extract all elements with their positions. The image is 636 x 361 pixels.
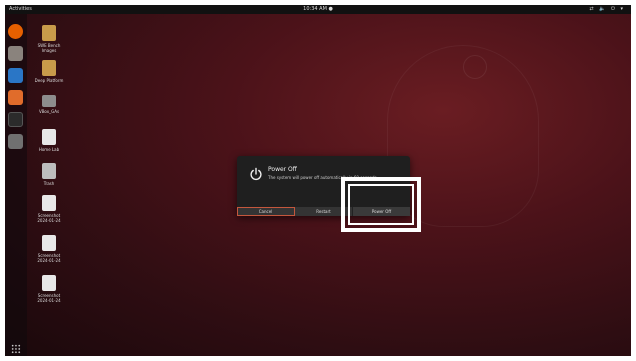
folder-icon: [42, 25, 56, 41]
system-tray[interactable]: ⇄ 🔈 ⏻ ▾: [589, 5, 625, 14]
clock-menu[interactable]: 10:34 AM ●: [303, 5, 333, 14]
activities-button[interactable]: Activities: [9, 5, 32, 14]
desktop-icon-label: SWE Bench Images: [37, 43, 61, 53]
desktop-icon-label: Deep Platform: [34, 78, 64, 83]
desktop-icon-trash[interactable]: Trash: [33, 163, 65, 186]
top-bar: Activities 10:34 AM ● ⇄ 🔈 ⏻ ▾: [5, 5, 631, 14]
desktop-icon-document[interactable]: Screenshot 2024-01-24: [33, 235, 65, 263]
desktop-icon-drive[interactable]: VBox_GAs: [33, 95, 65, 114]
settings-icon[interactable]: [8, 134, 23, 149]
files-icon[interactable]: [8, 46, 23, 61]
trash-icon: [42, 163, 56, 179]
desktop-icon-folder[interactable]: SWE Bench Images: [33, 25, 65, 53]
drive-icon: [42, 95, 56, 107]
image-file-icon: [42, 195, 56, 211]
desktop-icon-label: VBox_GAs: [38, 109, 60, 114]
software-center-icon[interactable]: [8, 90, 23, 105]
desktop-icon-folder[interactable]: Deep Platform: [33, 60, 65, 83]
desktop-icon-document[interactable]: Screenshot 2024-01-24: [33, 195, 65, 223]
cancel-button[interactable]: Cancel: [237, 207, 295, 216]
libreoffice-icon[interactable]: [8, 68, 23, 83]
desktop-icon-document[interactable]: Home Lab: [33, 129, 65, 152]
wallpaper-circle-mark: [463, 55, 487, 79]
highlight-box-inner: [348, 184, 414, 225]
dialog-title: Power Off: [268, 166, 297, 173]
desktop-icon-label: Screenshot 2024-01-24: [37, 213, 61, 223]
show-applications-icon[interactable]: [11, 344, 21, 354]
terminal-icon[interactable]: [8, 112, 23, 127]
desktop-icon-label: Screenshot 2024-01-24: [37, 293, 61, 303]
desktop-icon-document[interactable]: Screenshot 2024-01-24: [33, 275, 65, 303]
desktop-icon-label: Home Lab: [38, 147, 60, 152]
desktop-icon-label: Screenshot 2024-01-24: [37, 253, 61, 263]
image-file-icon: [42, 235, 56, 251]
document-icon: [42, 129, 56, 145]
power-icon: [250, 167, 262, 181]
dock: [5, 14, 27, 356]
image-file-icon: [42, 275, 56, 291]
desktop-icon-label: Trash: [43, 181, 55, 186]
desktop-screen: Activities 10:34 AM ● ⇄ 🔈 ⏻ ▾ SWE Bench …: [5, 5, 631, 356]
firefox-icon[interactable]: [8, 24, 23, 39]
folder-icon: [42, 60, 56, 76]
